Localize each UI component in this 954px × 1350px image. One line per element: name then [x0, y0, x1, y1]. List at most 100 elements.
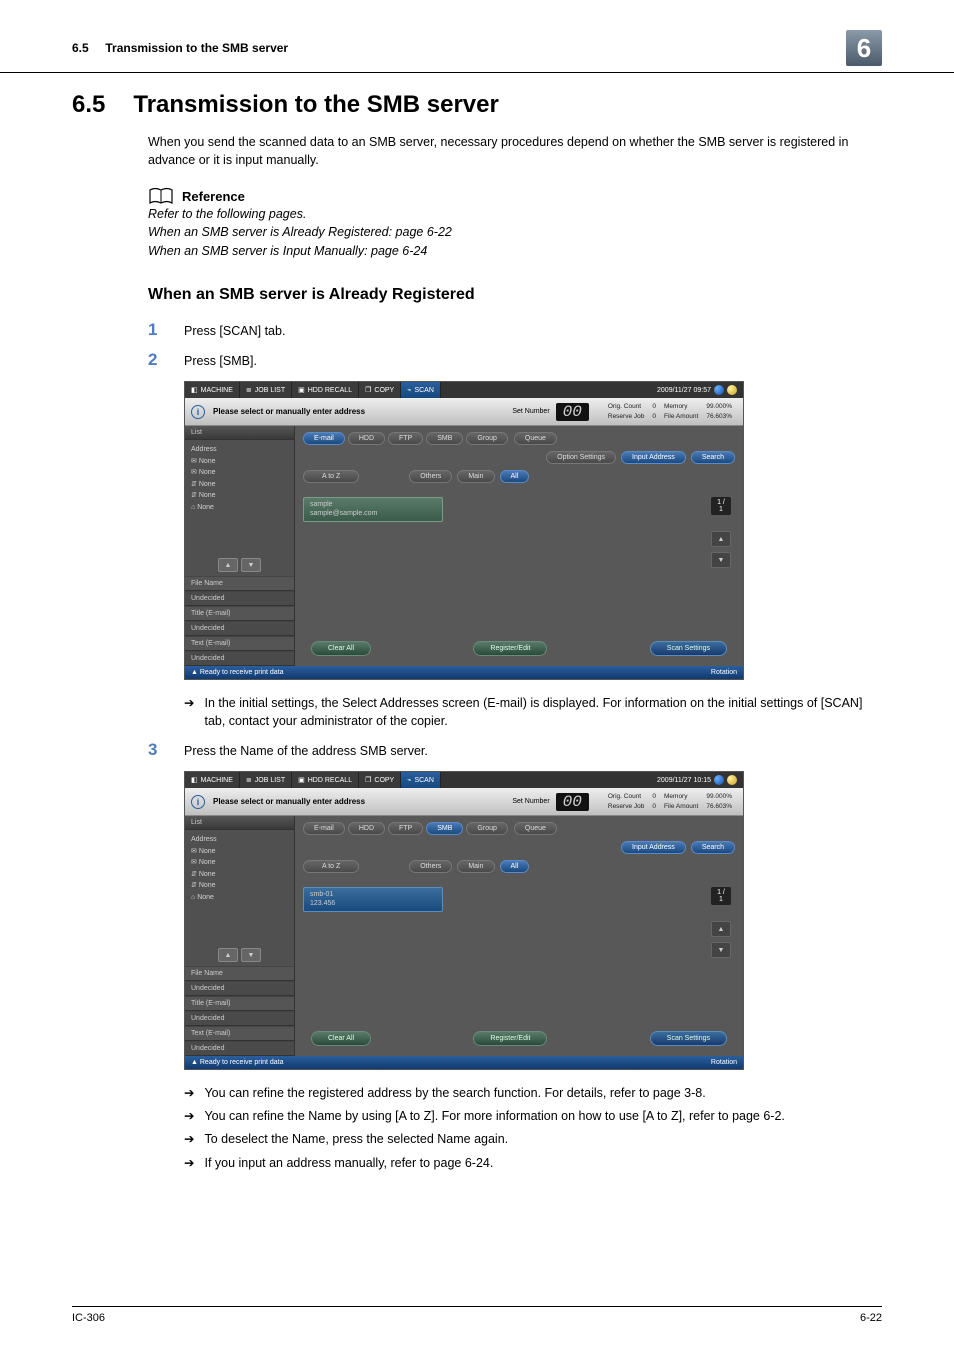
clear-all-button[interactable]: Clear All [311, 641, 371, 656]
tab-copy-2[interactable]: ❐COPY [359, 772, 401, 788]
address-entry-smb01[interactable]: smb-01 123.456 [303, 887, 443, 912]
reference-line-3: When an SMB server is Input Manually: pa… [148, 242, 882, 260]
scroll-up-button[interactable]: ▲ [711, 531, 731, 547]
address-label-2: Address [191, 835, 288, 846]
clear-all-button-2[interactable]: Clear All [311, 1031, 371, 1046]
proto-queue-button[interactable]: Queue [514, 432, 557, 445]
tab-joblist-2[interactable]: ≣JOB LIST [240, 772, 292, 788]
running-header: 6.5 Transmission to the SMB server [72, 41, 288, 55]
intro-paragraph: When you send the scanned data to an SMB… [148, 133, 882, 169]
proto-group-button[interactable]: Group [466, 432, 507, 445]
scan-settings-button[interactable]: Scan Settings [650, 641, 727, 656]
register-edit-button-2[interactable]: Register/Edit [473, 1031, 547, 1046]
tab-joblist[interactable]: ≣JOB LIST [240, 382, 292, 398]
section-title: Transmission to the SMB server [133, 91, 498, 119]
all-button-2[interactable]: All [500, 860, 530, 873]
step-2-text: Press [SMB]. [184, 352, 257, 371]
proto-group-button-2[interactable]: Group [466, 822, 507, 835]
address-entry-sample[interactable]: sample sample@sample.com [303, 497, 443, 522]
proto-ftp-button[interactable]: FTP [388, 432, 423, 445]
info-icon: i [191, 405, 205, 419]
address-none-5: ⌂ None [191, 503, 288, 514]
footer-model: IC-306 [72, 1312, 105, 1324]
others-button[interactable]: Others [409, 470, 452, 483]
bullet-3: ➔To deselect the Name, press the selecte… [184, 1130, 882, 1148]
list-header: List [185, 426, 294, 440]
main-button-2[interactable]: Main [457, 860, 494, 873]
tab-machine[interactable]: ◧MACHINE [185, 382, 240, 398]
header-section-title: Transmission to the SMB server [105, 41, 288, 55]
info-message-2: Please select or manually enter address [213, 797, 365, 806]
proto-hdd-button[interactable]: HDD [348, 432, 385, 445]
title-email-value: Undecided [185, 621, 294, 636]
input-address-button-2[interactable]: Input Address [621, 841, 686, 854]
tab-hddrecall[interactable]: ▣HDD RECALL [292, 382, 359, 398]
address-none-2: ✉ None [191, 468, 288, 479]
file-name-label: File Name [185, 576, 294, 591]
page-indicator-2: 1 / 1 [711, 887, 731, 905]
section-number: 6.5 [72, 91, 105, 119]
book-icon [148, 187, 174, 205]
list-down-button-2[interactable]: ▼ [241, 948, 261, 962]
indicator-blue-icon-2 [714, 775, 724, 785]
tab-copy[interactable]: ❐COPY [359, 382, 401, 398]
set-number-label-2: Set Number [512, 798, 549, 805]
proto-smb-button-2[interactable]: SMB [426, 822, 463, 835]
file-name-label-2: File Name [185, 966, 294, 981]
proto-hdd-button-2[interactable]: HDD [348, 822, 385, 835]
reference-line-1: Refer to the following pages. [148, 205, 882, 223]
status-table: Orig. Count0Memory99.000% Reserve Job0Fi… [603, 401, 737, 423]
proto-smb-button[interactable]: SMB [426, 432, 463, 445]
text-email-value: Undecided [185, 651, 294, 666]
all-button[interactable]: All [500, 470, 530, 483]
title-email-label-2: Title (E-mail) [185, 996, 294, 1011]
datetime-1: 2009/11/27 09:57 [651, 382, 743, 398]
step-number-2: 2 [148, 350, 164, 370]
list-down-button[interactable]: ▼ [241, 558, 261, 572]
step-number-1: 1 [148, 320, 164, 340]
scroll-down-button[interactable]: ▼ [711, 552, 731, 568]
scroll-down-button-2[interactable]: ▼ [711, 942, 731, 958]
text-email-label: Text (E-mail) [185, 636, 294, 651]
rotation-label: Rotation [711, 669, 737, 676]
reference-label: Reference [182, 189, 245, 204]
address-none-1: ✉ None [191, 457, 288, 468]
help-icon[interactable] [727, 385, 737, 395]
address-label: Address [191, 445, 288, 456]
footer-page: 6-22 [860, 1312, 882, 1324]
section-title-row: 6.5 Transmission to the SMB server [72, 91, 882, 119]
option-settings-button[interactable]: Option Settings [546, 451, 616, 464]
note-after-shot-1: ➔ In the initial settings, the Select Ad… [184, 694, 882, 730]
input-address-button[interactable]: Input Address [621, 451, 686, 464]
indicator-blue-icon [714, 385, 724, 395]
register-edit-button[interactable]: Register/Edit [473, 641, 547, 656]
proto-queue-button-2[interactable]: Queue [514, 822, 557, 835]
proto-email-button-2[interactable]: E-mail [303, 822, 345, 835]
arrow-icon: ➔ [184, 1107, 194, 1125]
set-number-label: Set Number [512, 408, 549, 415]
tab-scan-2[interactable]: ⌁SCAN [401, 772, 441, 788]
atoz-button[interactable]: A to Z [303, 470, 359, 483]
datetime-2: 2009/11/27 10:15 [651, 772, 743, 788]
set-number-value-2: 00 [556, 793, 589, 811]
tab-scan[interactable]: ⌁SCAN [401, 382, 441, 398]
help-icon-2[interactable] [727, 775, 737, 785]
file-name-value: Undecided [185, 591, 294, 606]
bullet-4: ➔If you input an address manually, refer… [184, 1154, 882, 1172]
scan-settings-button-2[interactable]: Scan Settings [650, 1031, 727, 1046]
search-button-2[interactable]: Search [691, 841, 735, 854]
others-button-2[interactable]: Others [409, 860, 452, 873]
list-up-button[interactable]: ▲ [218, 558, 238, 572]
proto-ftp-button-2[interactable]: FTP [388, 822, 423, 835]
bullet-2: ➔You can refine the Name by using [A to … [184, 1107, 882, 1125]
scan-screen-2: ◧MACHINE ≣JOB LIST ▣HDD RECALL ❐COPY ⌁SC… [184, 771, 744, 1070]
proto-email-button[interactable]: E-mail [303, 432, 345, 445]
list-up-button-2[interactable]: ▲ [218, 948, 238, 962]
atoz-button-2[interactable]: A to Z [303, 860, 359, 873]
tab-hddrecall-2[interactable]: ▣HDD RECALL [292, 772, 359, 788]
search-button[interactable]: Search [691, 451, 735, 464]
tab-machine-2[interactable]: ◧MACHINE [185, 772, 240, 788]
main-button[interactable]: Main [457, 470, 494, 483]
scroll-up-button-2[interactable]: ▲ [711, 921, 731, 937]
status-bar-text: ▲ Ready to receive print data [191, 669, 284, 676]
